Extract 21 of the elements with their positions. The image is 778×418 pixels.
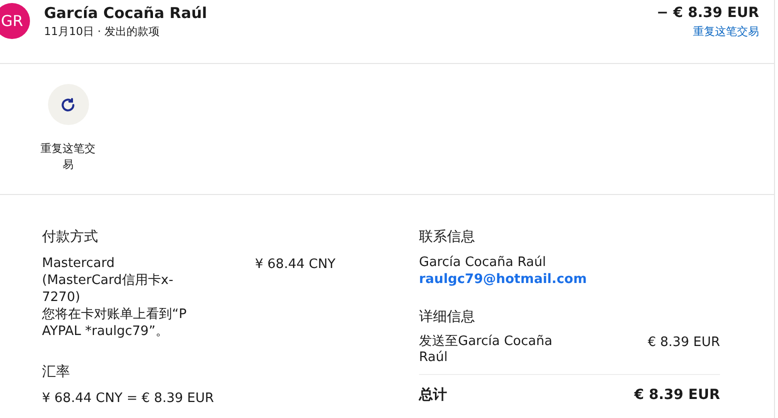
refresh-icon [60,96,76,112]
repeat-transaction-button[interactable]: 重复这笔交易 [36,84,100,194]
section-title: 联系信息 [419,228,476,247]
transaction-amount: − € 8.39 EUR [656,4,759,23]
section-title: 付款方式 [42,228,99,247]
avatar: GR [0,3,30,39]
transaction-subtitle: 11月10日 · 发出的款项 [44,24,160,40]
email-link[interactable]: raulgc79@hotmail.com [419,271,720,289]
repeat-link[interactable]: 重复这笔交易 [693,24,759,40]
total-label: 总计 [419,386,447,405]
detail-label: 发送至García Cocaña Raúl [419,334,554,366]
payment-method: Mastercard (MasterCard信用卡x-7270) [42,255,174,306]
payee-name: García Cocaña Raúl [44,3,208,23]
payment-amount: ¥ 68.44 CNY [255,256,336,273]
statement-note: 您将在卡对账单上看到“PAYPAL *raulgc79”。 [42,306,188,340]
contact-name: García Cocaña Raúl [419,254,548,271]
section-title: 详细信息 [419,308,476,327]
section-title: 汇率 [42,363,71,382]
total-amount: € 8.39 EUR [634,386,720,405]
detail-amount: € 8.39 EUR [648,334,720,352]
exchange-rate: ¥ 68.44 CNY = € 8.39 EUR [42,390,215,407]
